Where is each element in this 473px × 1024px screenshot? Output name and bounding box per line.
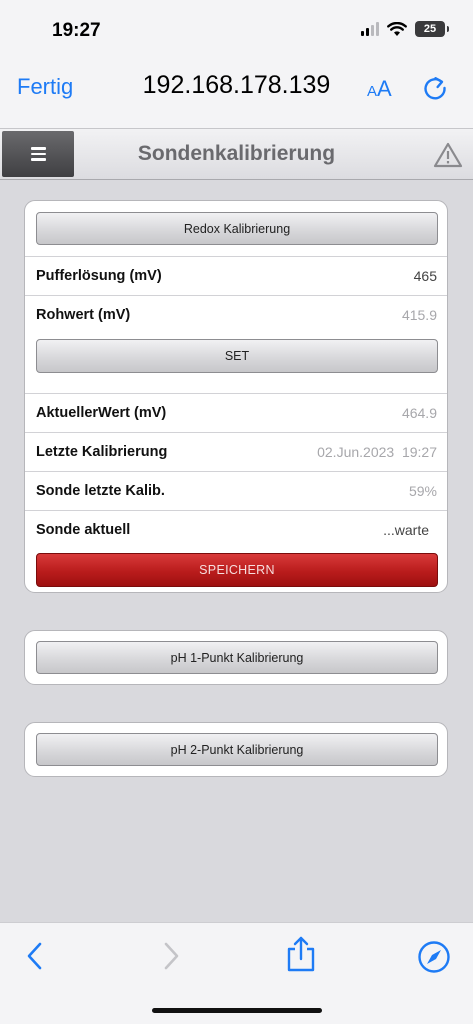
signal-icon [361, 22, 379, 36]
browser-top-chrome: 19:27 25 Fertig 192.168.178.139 AA [0, 0, 473, 128]
status-time: 19:27 [52, 20, 101, 41]
redox-card: Redox Kalibrierung Pufferlösung (mV) 465… [24, 200, 448, 593]
current-value-value: 464.9 [401, 405, 437, 421]
probe-last-calib-row: Sonde letzte Kalib. 59% [25, 471, 447, 510]
ph2-card: pH 2-Punkt Kalibrierung [24, 722, 448, 777]
menu-button[interactable] [2, 131, 74, 177]
compass-icon[interactable] [417, 940, 451, 974]
last-calibration-label: Letzte Kalibrierung [36, 444, 168, 460]
raw-value-label: Rohwert (mV) [36, 307, 131, 323]
probe-last-calib-value: 59% [408, 483, 437, 499]
menu-icon-bar [30, 158, 46, 161]
raw-value-value: 415.9 [401, 307, 437, 323]
text-size-button[interactable]: AA [367, 76, 392, 102]
last-calibration-row: Letzte Kalibrierung 02.Jun.2023 19:27 [25, 432, 447, 471]
warning-icon[interactable] [433, 141, 463, 169]
current-value-row: AktuellerWert (mV) 464.9 [25, 393, 447, 432]
current-value-label: AktuellerWert (mV) [36, 405, 167, 421]
menu-icon-bar [30, 152, 46, 156]
raw-value-row: Rohwert (mV) 415.9 [25, 295, 447, 334]
reload-icon[interactable] [421, 74, 449, 102]
status-icons: 25 [361, 21, 449, 37]
probe-current-row: Sonde aktuell ...warte [25, 510, 447, 549]
buffer-value[interactable]: 465 [414, 268, 437, 284]
menu-icon-bar [30, 147, 46, 150]
ph2-calibration-button[interactable]: pH 2-Punkt Kalibrierung [36, 733, 438, 766]
save-button[interactable]: SPEICHERN [36, 553, 438, 587]
done-button[interactable]: Fertig [17, 74, 73, 100]
forward-icon[interactable] [160, 941, 182, 971]
text-size-large: A [377, 76, 392, 101]
buffer-row: Pufferlösung (mV) 465 [25, 256, 447, 295]
probe-last-calib-label: Sonde letzte Kalib. [36, 483, 165, 499]
share-icon[interactable] [285, 935, 317, 973]
back-icon[interactable] [24, 941, 46, 971]
page-header: Sondenkalibrierung [0, 128, 473, 180]
ph1-calibration-button[interactable]: pH 1-Punkt Kalibrierung [36, 641, 438, 674]
probe-current-value: ...warte [383, 522, 429, 538]
set-button[interactable]: SET [36, 339, 438, 373]
redox-calibration-button[interactable]: Redox Kalibrierung [36, 212, 438, 245]
last-calibration-value: 02.Jun.2023 19:27 [317, 444, 437, 460]
home-indicator [152, 1008, 322, 1013]
buffer-label: Pufferlösung (mV) [36, 268, 162, 284]
ph1-card: pH 1-Punkt Kalibrierung [24, 630, 448, 685]
battery-icon: 25 [415, 21, 449, 37]
text-size-small: A [367, 83, 378, 100]
probe-current-label: Sonde aktuell [36, 522, 131, 538]
wifi-icon [387, 21, 407, 36]
